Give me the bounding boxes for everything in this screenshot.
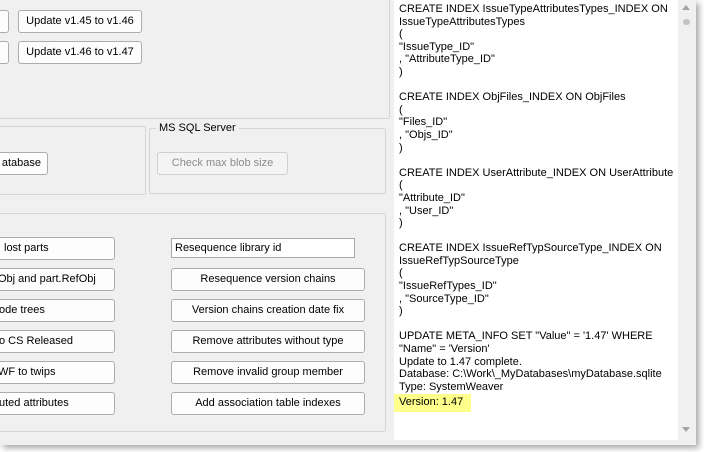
scroll-up-arrow-icon[interactable] <box>682 5 690 10</box>
log-line: CREATE INDEX ObjFiles_INDEX ON ObjFiles <box>399 91 626 104</box>
log-line: Type: SystemWeaver <box>399 380 504 393</box>
log-output[interactable]: CREATE INDEX IssueTypeAttributesTypes_IN… <box>394 0 678 440</box>
log-line: "IssueType_ID" <box>399 40 475 53</box>
log-line: CREATE INDEX IssueTypeAttributesTypes_IN… <box>399 3 668 15</box>
log-scrollbar[interactable] <box>678 0 695 437</box>
update-1-45-to-1-46-button[interactable]: Update v1.45 to v1.46 <box>18 10 142 33</box>
log-line: CREATE INDEX IssueRefTypSourceType_INDEX… <box>399 242 662 255</box>
update-1-46-to-1-47-button[interactable]: Update v1.46 to v1.47 <box>18 41 142 64</box>
log-line: "Name" = 'Version' <box>399 343 490 356</box>
log-line: ) <box>399 305 403 318</box>
log-line: ) <box>399 217 403 230</box>
remove-attributes-without-type-button[interactable]: Remove attributes without type <box>171 330 365 353</box>
check-max-blob-size-button[interactable]: Check max blob size <box>157 152 288 175</box>
log-version-highlight: Version: 1.47 <box>394 394 472 412</box>
computed-attributes-button[interactable]: uted attributes <box>0 392 115 415</box>
log-line: IssueRefTypSourceType <box>399 254 519 267</box>
log-line: CREATE INDEX UserAttribute_INDEX ON User… <box>399 166 674 179</box>
convert-wf-to-twips-button[interactable]: WF to twips <box>0 361 115 384</box>
database-tools-window: Update v1.45 to v1.46 Update v1.46 to v1… <box>0 0 696 445</box>
log-line: Database: C:\Work\_MyDatabases\myDatabas… <box>399 368 662 381</box>
set-to-cs-released-button[interactable]: o CS Released <box>0 330 115 353</box>
log-line: ( <box>399 103 403 116</box>
log-line: , "Objs_ID" <box>399 128 453 141</box>
fix-node-trees-button[interactable]: ode trees <box>0 299 115 322</box>
fix-obj-and-part-refobj-button[interactable]: Obj and part.RefObj <box>0 268 115 291</box>
log-line: ) <box>399 141 403 154</box>
resequence-library-id-input[interactable] <box>171 238 355 258</box>
remove-invalid-group-member-button[interactable]: Remove invalid group member <box>171 361 365 384</box>
log-line: , "SourceType_ID" <box>399 292 489 305</box>
log-line: ) <box>399 65 403 78</box>
resequence-version-chains-button[interactable]: Resequence version chains <box>171 268 365 291</box>
log-line: "IssueRefTypes_ID" <box>399 280 497 293</box>
log-line: ( <box>399 267 403 280</box>
scroll-thumb[interactable] <box>683 19 690 25</box>
log-line: ( <box>399 28 403 41</box>
log-line: "Files_ID" <box>399 116 448 129</box>
log-line: Update to 1.47 complete. <box>399 355 522 368</box>
mssql-group-title: MS SQL Server <box>156 122 239 135</box>
scroll-down-arrow-icon[interactable] <box>682 427 690 432</box>
log-line: , "User_ID" <box>399 204 454 217</box>
log-line: , "AttributeType_ID" <box>399 53 495 66</box>
fix-lost-parts-button[interactable]: lost parts <box>0 237 115 260</box>
clipped-button-top-left-1[interactable] <box>0 10 9 33</box>
log-line: "Attribute_ID" <box>399 191 465 204</box>
log-line: UPDATE META_INFO SET "Value" = '1.47' WH… <box>399 330 653 343</box>
version-chains-creation-date-fix-button[interactable]: Version chains creation date fix <box>171 299 365 322</box>
log-line: IssueTypeAttributesTypes <box>399 15 525 28</box>
add-association-table-indexes-button[interactable]: Add association table indexes <box>171 392 365 415</box>
clipped-button-top-left-2[interactable] <box>0 41 9 64</box>
database-button[interactable]: atabase <box>0 152 48 175</box>
log-line: ( <box>399 179 403 192</box>
